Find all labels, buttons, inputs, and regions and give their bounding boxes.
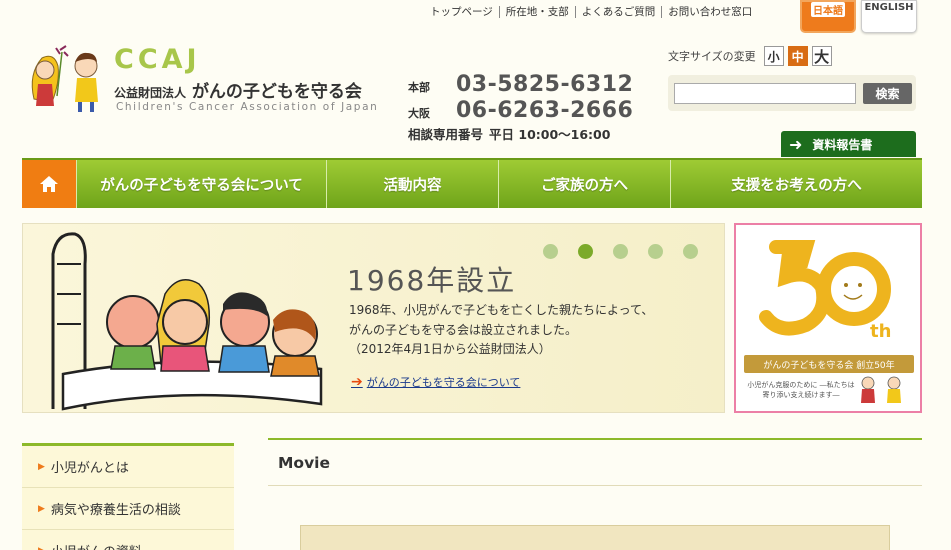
search-input[interactable] [674,83,856,104]
anniversary-caption: がんの子どもを守る会 創立50年 [744,355,914,373]
hero-illustration [51,232,323,411]
hero-link-label: がんの子どもを守る会について [366,376,521,389]
hero-text-line: 1968年、小児がんで子どもを亡くした親たちによって、 [349,303,654,317]
triangle-right-icon: ▶ [38,461,45,472]
phone-number: 03-5825-6312 [456,72,634,97]
hero-slider: 1968年設立 1968年、小児がんで子どもを亡くした親たちによって、 がんの子… [22,223,725,413]
toplink-locations[interactable]: 所在地・支部 [500,6,576,18]
search-box: 検索 [668,75,916,111]
logo-org-main: がんの子どもを守る会 [191,82,362,102]
slider-dot[interactable] [543,244,558,259]
anniversary-50th-banner[interactable]: th がんの子どもを守る会 創立50年 小児がん克服のために ―私たちは寄り添い… [734,223,922,413]
logo-children-illustration [31,45,98,112]
nav-item-activities[interactable]: 活動内容 [326,160,498,208]
logo-org-name: 公益財団法人 がんの子どもを守る会 [114,77,362,102]
search-button[interactable]: 検索 [863,83,912,104]
hero-text-line: がんの子どもを守る会は設立されました。 [349,322,578,337]
lang-english-label: ENGLISH [864,2,914,13]
main-nav: がんの子どもを守る会について 活動内容 ご家族の方へ 支援をお考えの方へ [22,158,922,208]
nav-item-support[interactable]: 支援をお考えの方へ [670,160,922,208]
sidebar-item-label: 小児がんとは [50,461,129,476]
anniversary-children-icon [861,376,901,403]
font-size-label: 文字サイズの変更 [668,50,756,63]
font-size-large-button[interactable]: 大 [811,46,832,66]
font-size-control: 文字サイズの変更 小 中 大 [668,46,832,66]
logo-english-name: Children's Cancer Association of Japan [116,101,379,113]
font-size-small-button[interactable]: 小 [763,46,784,66]
sidebar-item-label: 小児がんの資料 [51,541,142,550]
svg-text:th: th [870,321,891,342]
phone-row-osaka: 大阪 06-6263-2666 [408,98,633,124]
slider-dot[interactable] [648,244,663,259]
lang-english-button[interactable]: ENGLISH [861,0,917,33]
toplink-faq[interactable]: よくあるご質問 [576,6,663,18]
hero-text: 1968年、小児がんで子どもを亡くした親たちによって、 がんの子どもを守る会は設… [349,301,653,360]
nav-item-families[interactable]: ご家族の方へ [498,160,670,208]
arrow-right-icon: ➜ [789,134,803,154]
slider-dot[interactable] [613,244,628,259]
anniversary-subtext: 小児がん克服のために ―私たちは寄り添い支え続けます― [747,381,855,399]
arrow-right-icon: ➔ [351,374,363,390]
phone-label: 本部 [408,81,430,94]
toplink-top[interactable]: トップページ [424,6,500,18]
toplink-contact[interactable]: お問い合わせ窓口 [662,6,758,18]
phone-label: 大阪 [408,107,430,120]
top-links: トップページ 所在地・支部 よくあるご質問 お問い合わせ窓口 [424,6,758,18]
hero-title: 1968年設立 [347,264,517,297]
site-logo[interactable]: CCAJ 公益財団法人 がんの子どもを守る会 Children's Cancer… [24,44,394,120]
sidebar-item-label: 病気や療養生活の相談 [50,503,181,518]
slider-dot[interactable] [683,244,698,259]
phone-row-headquarters: 本部 03-5825-6312 [408,72,633,98]
sidebar-menu: ▶ 小児がんとは ▶ 病気や療養生活の相談 ▶ 小児がんの資料 [22,443,234,550]
triangle-right-icon: ▶ [38,546,45,550]
hotline-label: 相談専用番号 [408,127,484,142]
slider-dots [543,244,698,259]
lang-japanese-button[interactable]: 日本語 [800,0,856,33]
sidebar-item-consultation[interactable]: ▶ 病気や療養生活の相談 [22,488,234,530]
report-button[interactable]: ➜ 資料報告書 [781,131,916,157]
nav-item-about[interactable]: がんの子どもを守る会について [76,160,326,208]
contact-phones: 本部 03-5825-6312 大阪 06-6263-2666 相談専用番号 平日… [408,72,633,143]
logo-ccaj: CCAJ [114,44,201,75]
movie-panel [300,525,890,550]
anniversary-50th-logo: th [759,240,891,342]
triangle-right-icon: ▶ [38,503,45,514]
sidebar-item-materials[interactable]: ▶ 小児がんの資料 [22,530,234,550]
font-size-medium-button[interactable]: 中 [787,46,808,66]
report-button-label: 資料報告書 [812,137,873,152]
hero-link-about[interactable]: ➔ がんの子どもを守る会について [351,374,520,390]
logo-org-prefix: 公益財団法人 [114,86,187,100]
home-icon [40,176,58,192]
section-heading-movie: Movie [268,438,922,486]
phone-number: 06-6263-2666 [456,98,634,123]
slider-dot[interactable] [578,244,593,259]
nav-home-button[interactable] [22,160,76,208]
hotline: 相談専用番号 平日 10:00〜16:00 [408,124,633,143]
sidebar-item-about-childhood-cancer[interactable]: ▶ 小児がんとは [22,446,234,488]
lang-japanese-label: 日本語 [811,2,845,17]
hero-text-line: （2012年4月1日から公益財団法人） [349,342,551,356]
hotline-hours: 平日 10:00〜16:00 [489,127,611,142]
